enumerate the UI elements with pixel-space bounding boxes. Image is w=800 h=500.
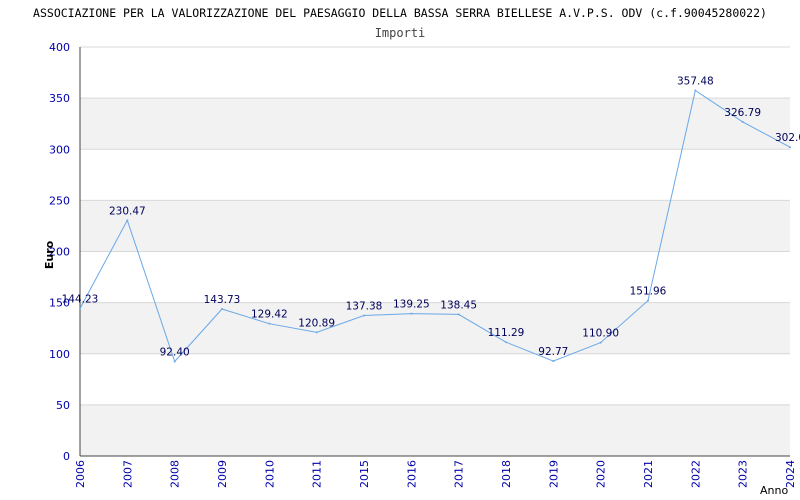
y-axis-label: Euro xyxy=(43,240,56,269)
data-point xyxy=(363,314,365,317)
y-tick-label: 100 xyxy=(49,348,70,361)
x-tick-labels: 2006 2007 2008 2009 2010 2011 2015 2016 2017 2018… xyxy=(74,460,797,488)
data-label: 230.47 xyxy=(109,205,146,217)
data-point xyxy=(647,299,649,302)
data-label: 326.79 xyxy=(724,107,761,119)
y-tick-label: 250 xyxy=(49,194,70,207)
x-tick-label: 2007 xyxy=(121,460,134,488)
plot-band xyxy=(80,353,790,405)
x-tick-label: 2017 xyxy=(453,460,466,488)
data-label: 110.90 xyxy=(582,328,619,340)
data-point xyxy=(457,313,460,316)
x-tick-label: 2019 xyxy=(547,460,560,488)
chart-title: ASSOCIAZIONE PER LA VALORIZZAZIONE DEL P… xyxy=(33,6,767,20)
data-label: 129.42 xyxy=(251,309,288,321)
data-label: 357.48 xyxy=(677,75,714,87)
x-tick-label: 2009 xyxy=(216,460,229,488)
data-point xyxy=(410,312,413,315)
y-tick-label: 300 xyxy=(49,143,70,156)
data-label: 137.38 xyxy=(346,301,383,313)
plot-band xyxy=(80,149,790,201)
data-point xyxy=(173,360,176,363)
data-label: 92.40 xyxy=(160,347,190,359)
x-tick-label: 2023 xyxy=(737,460,750,488)
data-point xyxy=(741,120,744,123)
data-point xyxy=(552,360,555,363)
y-tick-label: 0 xyxy=(63,450,70,463)
data-label: 92.77 xyxy=(538,346,568,358)
data-label: 139.25 xyxy=(393,299,430,311)
data-label: 302.0 xyxy=(775,132,800,144)
data-label: 138.45 xyxy=(440,299,477,311)
data-point xyxy=(79,307,81,310)
y-tick-label: 400 xyxy=(49,41,70,54)
y-tick-label: 350 xyxy=(49,92,70,105)
x-tick-label: 2011 xyxy=(311,460,324,488)
data-label: 111.29 xyxy=(488,327,525,339)
x-tick-label: 2016 xyxy=(405,460,418,488)
chart-subtitle: Importi xyxy=(375,26,426,40)
data-label: 120.89 xyxy=(298,317,335,329)
data-label: 151.96 xyxy=(630,286,667,298)
data-point xyxy=(126,219,129,222)
data-point xyxy=(599,341,602,344)
x-tick-label: 2018 xyxy=(500,460,513,488)
x-tick-label: 2015 xyxy=(358,460,371,488)
data-point xyxy=(268,322,271,325)
data-point xyxy=(315,331,318,334)
y-tick-label: 50 xyxy=(56,399,70,412)
plot-band xyxy=(80,47,790,99)
data-point xyxy=(694,89,697,92)
data-point xyxy=(789,146,791,149)
x-tick-label: 2010 xyxy=(263,460,276,488)
data-label: 143.73 xyxy=(204,294,241,306)
x-tick-label: 2006 xyxy=(74,460,87,488)
x-tick-label: 2020 xyxy=(595,460,608,488)
plot-band xyxy=(80,404,790,456)
data-point xyxy=(221,308,223,311)
x-tick-label: 2022 xyxy=(689,460,702,488)
plot-band xyxy=(80,200,790,252)
plot-band xyxy=(80,251,790,303)
data-label: 144.23 xyxy=(62,294,99,306)
chart: ASSOCIAZIONE PER LA VALORIZZAZIONE DEL P… xyxy=(33,6,800,497)
data-point xyxy=(505,341,507,344)
x-axis-label: Anno xyxy=(760,484,788,497)
x-tick-label: 2008 xyxy=(169,460,182,488)
x-tick-label: 2021 xyxy=(642,460,655,488)
